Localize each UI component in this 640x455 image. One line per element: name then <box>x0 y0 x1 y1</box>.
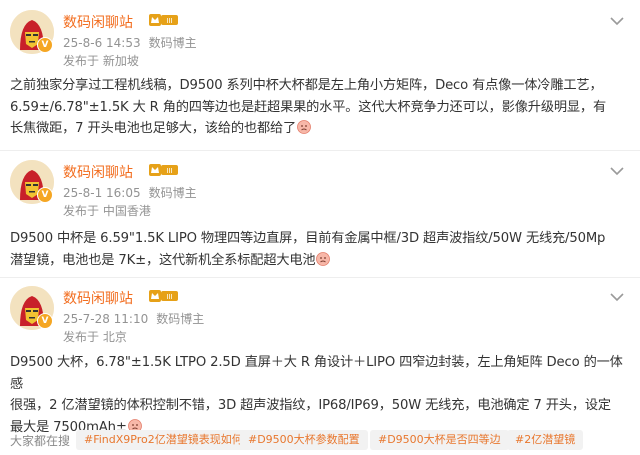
content-line: 很强，2 亿潜望镜的体积控制不错，3D 超声波指纹，IP68/IP69，50W … <box>10 398 611 413</box>
post-divider <box>0 150 640 151</box>
level-badge-icon: III <box>149 164 178 176</box>
author-name[interactable]: 数码闲聊站 <box>63 288 133 308</box>
topic-chip[interactable]: #FindX9Pro2亿潜望镜表现如何 <box>76 430 251 450</box>
post-3: V 数码闲聊站 III 25-7-28 11:10 数码博主 发布于 北京 D95… <box>0 286 640 435</box>
post-content: D9500 中杯是 6.59"1.5K LIPO 物理四等边直屏，目前有金属中框… <box>10 228 630 271</box>
author-role: 数码博主 <box>156 312 205 326</box>
sad-face-emoji-icon <box>316 251 331 266</box>
level-badge-icon: III <box>149 290 178 302</box>
topic-chip[interactable]: #D9500大杯是否四等边 <box>370 430 509 450</box>
svg-text:III: III <box>166 167 172 175</box>
verified-badge: V <box>37 37 53 53</box>
post-meta: 25-8-1 16:05 数码博主 <box>63 184 197 201</box>
post-time[interactable]: 25-8-6 14:53 <box>63 36 141 50</box>
trending-label: 大家都在搜 <box>10 434 71 448</box>
post-time[interactable]: 25-7-28 11:10 <box>63 312 148 326</box>
post-content: D9500 大杯，6.78"±1.5K LTPO 2.5D 直屏＋大 R 角设计… <box>10 352 630 438</box>
content-line: 长焦微距，7 开头电池也足够大，该给的也都给了 <box>10 118 630 140</box>
svg-text:III: III <box>166 293 172 301</box>
author-role: 数码博主 <box>148 36 197 50</box>
post-time[interactable]: 25-8-1 16:05 <box>63 186 141 200</box>
chevron-down-icon[interactable] <box>610 16 624 26</box>
author-role: 数码博主 <box>148 186 197 200</box>
post-source: 发布于 新加坡 <box>63 54 139 68</box>
chevron-down-icon[interactable] <box>610 166 624 176</box>
topic-chip[interactable]: #D9500大杯参数配置 <box>240 430 368 450</box>
trending-topics-bar: 大家都在搜 #FindX9Pro2亿潜望镜表现如何 #D9500大杯参数配置 #… <box>0 428 640 455</box>
chevron-down-icon[interactable] <box>610 292 624 302</box>
post-meta: 25-7-28 11:10 数码博主 <box>63 310 204 327</box>
content-line-text: 长焦微距，7 开头电池也足够大，该给的也都给了 <box>10 121 297 136</box>
content-line: 潜望镜，电池也是 7K±，这代新机全系标配超大电池 <box>10 250 630 272</box>
post-source: 发布于 中国香港 <box>63 204 151 218</box>
content-line: 6.59±/6.78"±1.5K 大 R 角的四等边也是赶超果果的水平。这代大杯… <box>10 99 607 115</box>
post-content: 之前独家分享过工程机线稿，D9500 系列中杯大杯都是左上角小方矩阵，Deco … <box>10 75 630 140</box>
post-divider <box>0 277 640 278</box>
post-1: V 数码闲聊站 III 25-8-6 14:53 数码博主 发布于 新加坡 之前独… <box>0 10 640 148</box>
author-name[interactable]: 数码闲聊站 <box>63 162 133 182</box>
sad-face-emoji-icon <box>297 120 311 134</box>
author-name[interactable]: 数码闲聊站 <box>63 12 133 32</box>
content-line: 之前独家分享过工程机线稿，D9500 系列中杯大杯都是左上角小方矩阵，Deco … <box>10 78 603 93</box>
content-line-text: 潜望镜，电池也是 7K±，这代新机全系标配超大电池 <box>10 252 316 268</box>
svg-text:III: III <box>166 17 172 25</box>
topic-chip[interactable]: #2亿潜望镜 <box>507 430 584 450</box>
verified-badge: V <box>37 313 53 329</box>
verified-badge: V <box>37 187 53 203</box>
content-line: D9500 大杯，6.78"±1.5K LTPO 2.5D 直屏＋大 R 角设计… <box>10 355 623 392</box>
post-source: 发布于 北京 <box>63 330 127 344</box>
post-meta: 25-8-6 14:53 数码博主 <box>63 34 197 51</box>
level-badge-icon: III <box>149 14 178 26</box>
post-2: V 数码闲聊站 III 25-8-1 16:05 数码博主 发布于 中国香港 D9… <box>0 160 640 280</box>
content-line: D9500 中杯是 6.59"1.5K LIPO 物理四等边直屏，目前有金属中框… <box>10 231 606 246</box>
